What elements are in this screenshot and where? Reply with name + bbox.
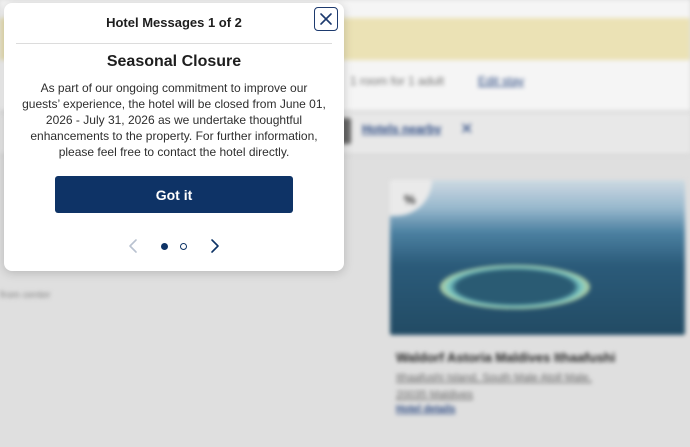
dialog-title: Hotel Messages 1 of 2 — [106, 15, 242, 30]
hotel-messages-dialog: Hotel Messages 1 of 2 Seasonal Closure A… — [4, 3, 344, 271]
page-dot-1[interactable] — [161, 243, 168, 250]
close-button[interactable] — [314, 7, 338, 31]
chevron-left-icon[interactable] — [126, 238, 140, 254]
dialog-header: Hotel Messages 1 of 2 — [16, 3, 332, 44]
message-pager — [4, 236, 344, 256]
page-dot-2[interactable] — [180, 243, 187, 250]
got-it-button[interactable]: Got it — [55, 176, 293, 213]
message-heading: Seasonal Closure — [106, 53, 242, 70]
message-body: As part of our ongoing commitment to imp… — [22, 81, 326, 159]
chevron-right-icon[interactable] — [208, 238, 222, 254]
close-icon — [320, 13, 332, 25]
